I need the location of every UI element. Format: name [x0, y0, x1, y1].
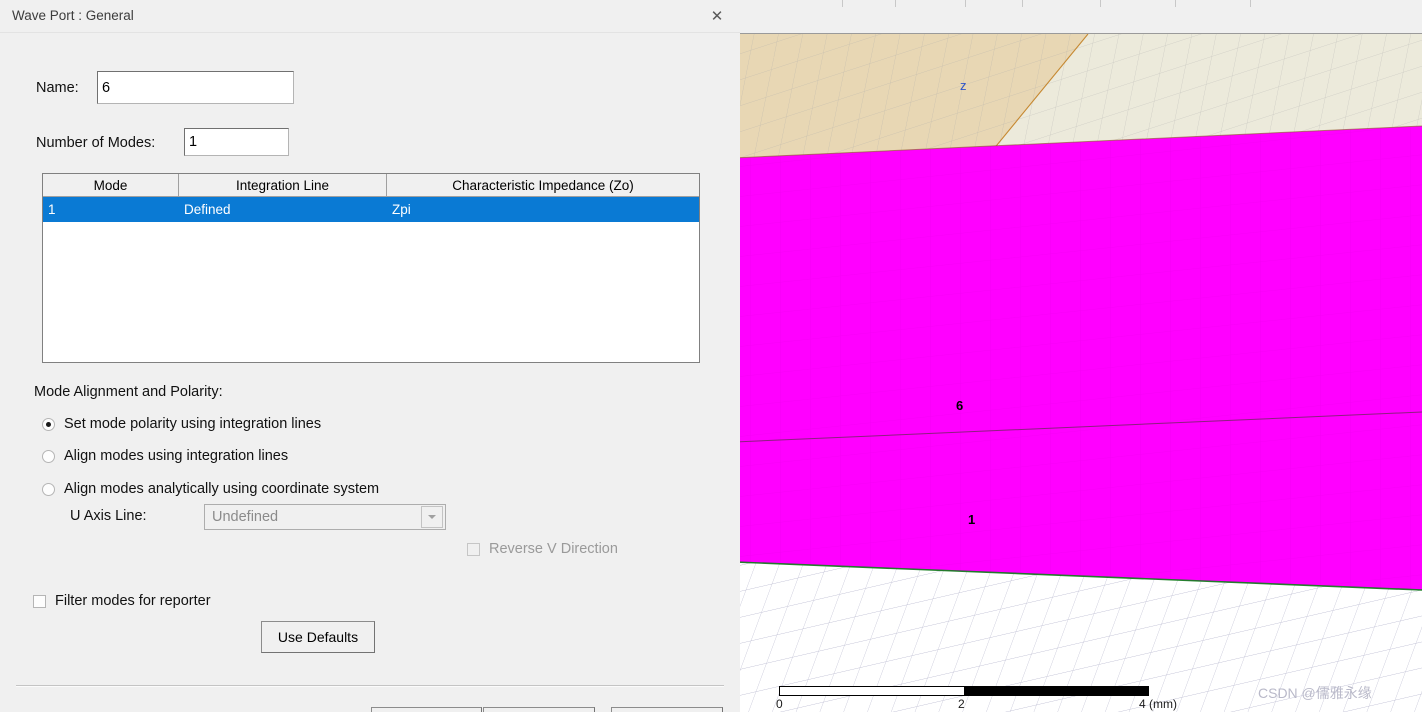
mode-number-label: 1 [968, 512, 976, 527]
toolbar-separator [1100, 0, 1101, 7]
back-button[interactable]: < 上一步(B) [371, 707, 482, 712]
toolbar-separator [1175, 0, 1176, 7]
wave-port-dialog: Wave Port : General ✕ Name: Number of Mo… [0, 0, 740, 712]
checkbox-filter-modes[interactable]: Filter modes for reporter [33, 593, 233, 609]
modes-table[interactable]: Mode Integration Line Characteristic Imp… [42, 173, 700, 363]
toolbar-separator [895, 0, 896, 7]
checkbox-icon [467, 542, 480, 556]
screen: z 6 1 0 2 4 (mm) CSDN @儒雅永缘 Wave Port : … [0, 0, 1422, 712]
radio-icon [42, 482, 55, 496]
use-defaults-button[interactable]: Use Defaults [261, 621, 375, 653]
radio-set-mode-polarity[interactable]: Set mode polarity using integration line… [42, 416, 321, 432]
checkbox-label: Filter modes for reporter [55, 593, 211, 609]
radio-label: Set mode polarity using integration line… [64, 416, 322, 432]
radio-align-modes-coordinate-system[interactable]: Align modes analytically using coordinat… [42, 481, 379, 497]
scale-bar-black-half [964, 686, 1149, 696]
table-row[interactable]: 1 Defined Zpi [43, 197, 699, 222]
scale-tick-4: 4 (mm) [1139, 697, 1177, 711]
port-number-label: 6 [956, 398, 964, 413]
cancel-button[interactable]: 取消 [611, 707, 723, 712]
mode-alignment-group-label: Mode Alignment and Polarity: [34, 384, 223, 400]
radio-icon [42, 449, 55, 463]
toolbar-separator [1250, 0, 1251, 7]
scale-tick-2: 2 [958, 697, 965, 711]
cell-impedance: Zpi [392, 202, 411, 217]
scale-tick-0: 0 [776, 697, 783, 711]
footer-separator [16, 685, 724, 687]
number-of-modes-input[interactable] [184, 128, 289, 156]
next-button[interactable]: 下一页(N) > [483, 707, 595, 712]
checkbox-icon [33, 594, 46, 608]
radio-icon [42, 417, 55, 431]
scale-bar-white-half [779, 686, 964, 696]
column-header-impedance: Characteristic Impedance (Zo) [387, 174, 699, 197]
toolbar-separator [1022, 0, 1023, 7]
radio-label: Align modes analytically using coordinat… [64, 481, 380, 497]
scale-bar [779, 686, 1149, 696]
u-axis-line-dropdown[interactable]: Undefined [204, 504, 446, 530]
dialog-title: Wave Port : General [12, 8, 134, 23]
u-axis-line-label: U Axis Line: [70, 508, 147, 524]
u-axis-line-value: Undefined [212, 509, 279, 525]
toolbar-separator [965, 0, 966, 7]
checkbox-reverse-v-direction[interactable]: Reverse V Direction [467, 541, 618, 557]
radio-align-modes-integration-lines[interactable]: Align modes using integration lines [42, 448, 288, 464]
name-input[interactable] [97, 71, 294, 104]
dialog-titlebar: Wave Port : General ✕ [0, 0, 740, 32]
column-header-mode: Mode [43, 174, 179, 197]
name-label: Name: [36, 80, 79, 96]
number-of-modes-label: Number of Modes: [36, 135, 156, 151]
cell-mode: 1 [48, 202, 56, 217]
chevron-down-icon[interactable] [421, 506, 443, 528]
dialog-body: Name: Number of Modes: Mode Integration … [0, 32, 740, 712]
close-icon[interactable]: ✕ [702, 4, 732, 28]
z-axis-label: z [960, 78, 967, 93]
column-header-integration-line: Integration Line [179, 174, 387, 197]
checkbox-label: Reverse V Direction [489, 541, 618, 557]
table-header-row: Mode Integration Line Characteristic Imp… [43, 174, 699, 197]
toolbar-separator [842, 0, 843, 7]
cell-integration-line: Defined [184, 202, 231, 217]
radio-label: Align modes using integration lines [64, 448, 289, 464]
watermark: CSDN @儒雅永缘 [1258, 685, 1372, 701]
